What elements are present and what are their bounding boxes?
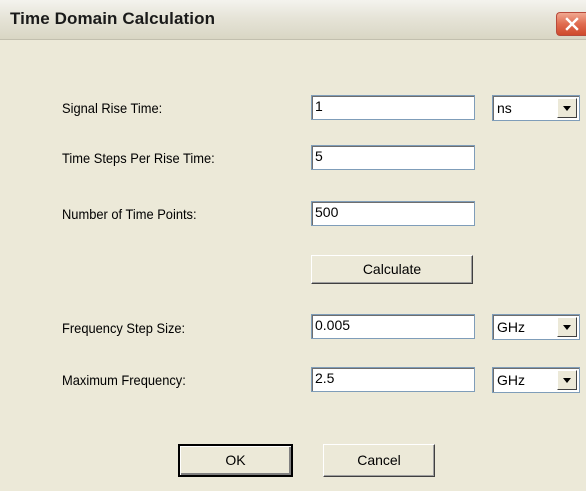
- close-button[interactable]: [556, 12, 586, 36]
- num-points-label: Number of Time Points:: [62, 206, 197, 222]
- ok-button[interactable]: OK: [178, 444, 293, 477]
- title-bar[interactable]: Time Domain Calculation: [0, 0, 586, 40]
- chevron-down-icon: [563, 106, 571, 111]
- dialog-window: Time Domain Calculation Signal Rise Time…: [0, 0, 586, 491]
- calculate-button[interactable]: Calculate: [311, 255, 473, 284]
- rise-time-unit-dropdown-button[interactable]: [557, 98, 577, 118]
- freq-step-input[interactable]: 0.005: [311, 314, 475, 339]
- max-freq-label: Maximum Frequency:: [62, 372, 186, 388]
- max-freq-input[interactable]: 2.5: [311, 367, 475, 392]
- cancel-button-label: Cancel: [357, 452, 401, 468]
- ok-button-label: OK: [225, 452, 246, 468]
- num-points-input[interactable]: 500: [311, 201, 475, 226]
- dialog-title: Time Domain Calculation: [10, 9, 216, 28]
- chevron-down-icon: [563, 325, 571, 330]
- freq-step-unit-value: GHz: [497, 319, 525, 335]
- rise-time-unit-select[interactable]: ns: [492, 95, 580, 121]
- chevron-down-icon: [563, 378, 571, 383]
- max-freq-unit-value: GHz: [497, 372, 525, 388]
- freq-step-label: Frequency Step Size:: [62, 320, 186, 336]
- max-freq-unit-select[interactable]: GHz: [492, 367, 580, 393]
- rise-time-input[interactable]: 1: [311, 95, 475, 120]
- freq-step-unit-dropdown-button[interactable]: [557, 317, 577, 337]
- freq-step-unit-select[interactable]: GHz: [492, 314, 580, 340]
- steps-per-rise-label: Time Steps Per Rise Time:: [62, 150, 215, 166]
- max-freq-unit-dropdown-button[interactable]: [557, 370, 577, 390]
- close-icon: [565, 17, 579, 31]
- cancel-button[interactable]: Cancel: [323, 444, 435, 477]
- rise-time-unit-value: ns: [497, 100, 512, 116]
- rise-time-label: Signal Rise Time:: [62, 100, 163, 116]
- steps-per-rise-input[interactable]: 5: [311, 145, 475, 170]
- calculate-button-label: Calculate: [362, 261, 422, 277]
